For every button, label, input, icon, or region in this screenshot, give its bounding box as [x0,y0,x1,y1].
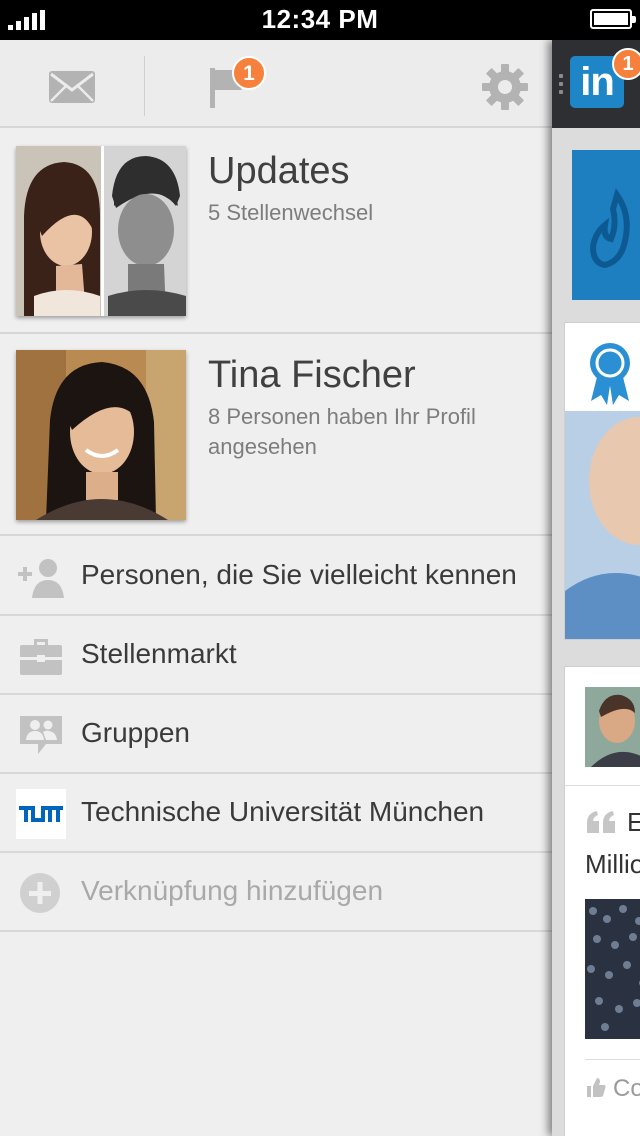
quote-icon [587,811,615,833]
content-strip[interactable]: in 1 E Millio Co [552,40,640,1136]
strip-header: in 1 [552,40,640,128]
post-quote-line1: E [627,807,640,837]
post-divider [565,785,640,786]
menu-top-bar: 1 [0,40,552,128]
menu-item-label: Stellenmarkt [81,638,237,669]
post-author-avatar [585,687,640,767]
status-time: 12:34 PM [261,4,379,34]
plus-circle-icon [16,868,66,918]
notification-badge: 1 [232,56,266,90]
drag-handle-icon[interactable] [559,74,563,94]
menu-item-tum[interactable]: Technische Universität München [0,774,552,853]
updates-subtitle: 5 Stellenwechsel [208,200,374,225]
menu-item-label: Technische Universität München [81,796,485,827]
profile-name: Tina Fischer [208,354,416,396]
top-bar-divider [144,56,145,116]
award-person-photo [565,411,640,639]
award-ribbon-icon [590,343,630,405]
feed-banner[interactable] [572,150,640,300]
envelope-icon[interactable] [48,70,96,104]
linkedin-badge: 1 [612,48,640,80]
briefcase-icon [16,631,66,681]
post-actions-divider [585,1059,640,1060]
post-quote-line2: Millio [585,849,640,879]
updates-photo [16,146,186,316]
post-crowd-image [585,899,640,1039]
gear-icon[interactable] [480,62,530,112]
feed-card-post[interactable]: E Millio Co [564,666,640,1136]
menu-item-label: Personen, die Sie vielleicht kennen [81,559,517,590]
groups-icon [16,710,66,760]
post-comment-action[interactable]: Co [613,1075,640,1103]
profile-photo [16,350,186,520]
thumbs-up-icon[interactable] [585,1075,607,1099]
menu-item-add-shortcut[interactable]: Verknüpfung hinzufügen [0,853,552,932]
menu-item-label: Gruppen [81,717,190,748]
add-person-icon [16,552,66,602]
battery-icon [590,9,636,29]
feed-card-award[interactable] [564,322,640,640]
menu-item-people-you-may-know[interactable]: Personen, die Sie vielleicht kennen [0,537,552,616]
menu-item-groups[interactable]: Gruppen [0,695,552,774]
menu-item-jobs[interactable]: Stellenmarkt [0,616,552,695]
flame-icon [589,188,630,269]
status-bar: 12:34 PM [0,0,640,40]
profile-card[interactable]: Tina Fischer 8 Personen haben Ihr Profil… [0,334,552,536]
tum-logo-icon [16,789,66,839]
side-menu: 1 Updates 5 Stellenwechsel Tina Fischer … [0,40,552,1136]
menu-item-label: Verknüpfung hinzufügen [81,875,384,906]
updates-card[interactable]: Updates 5 Stellenwechsel [0,130,552,334]
updates-title: Updates [208,150,350,192]
profile-subtitle: 8 Personen haben Ihr Profil angesehen [208,404,476,459]
